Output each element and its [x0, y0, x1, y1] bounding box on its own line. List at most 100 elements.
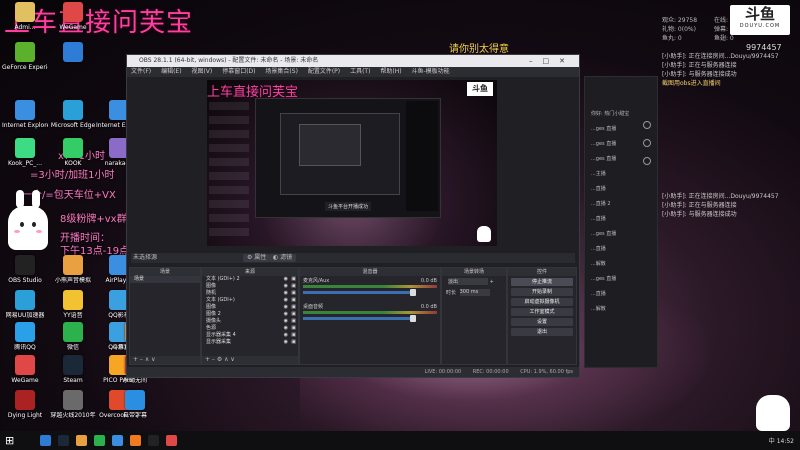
- taskbar-app-icon[interactable]: [40, 435, 51, 446]
- transition-select[interactable]: 淡出: [448, 278, 488, 285]
- desktop-icon[interactable]: KOOK: [50, 138, 96, 167]
- source-item[interactable]: 图像 ◉ ▣: [202, 283, 298, 290]
- companion-chat-item[interactable]: ...解散: [585, 306, 645, 313]
- desktop-icon[interactable]: YY语音: [50, 290, 96, 319]
- source-item[interactable]: 显示器采集 4 ◉ ▣: [202, 332, 298, 339]
- scenes-dock[interactable]: 场景 场景 + – ∧ ∨: [129, 267, 201, 365]
- visibility-eye-icon[interactable]: ◉: [284, 297, 288, 304]
- controls-dock[interactable]: 控件 停止推流 开始录制 启动虚拟摄像机 工作室模式 设置 退出: [507, 267, 577, 365]
- taskbar-app-icon[interactable]: [112, 435, 123, 446]
- companion-chat-item[interactable]: ...直播: [585, 216, 645, 223]
- desktop-icon[interactable]: 小熊声音模拟: [50, 255, 96, 284]
- desktop-icon[interactable]: 自带字幕: [112, 390, 158, 419]
- window-controls[interactable]: –□✕: [529, 55, 575, 67]
- menu-profile[interactable]: 配置文件(P): [308, 68, 340, 75]
- menu-view[interactable]: 视图(V): [191, 68, 212, 75]
- desktop-icon[interactable]: Kook_PC_...: [2, 138, 48, 167]
- mixer-channel-desktop[interactable]: 桌面音频 0.0 dB: [303, 304, 437, 328]
- menu-docks[interactable]: 停靠窗口(D): [222, 68, 255, 75]
- lock-icon[interactable]: ▣: [291, 332, 296, 339]
- bell-icon[interactable]: [643, 121, 651, 129]
- refresh-icon[interactable]: [643, 157, 651, 165]
- desktop-icon[interactable]: Internet Explorer: [2, 100, 48, 129]
- properties-button[interactable]: ⚙ 属性: [243, 254, 271, 262]
- virtual-camera-button[interactable]: 启动虚拟摄像机: [511, 298, 573, 306]
- visibility-eye-icon[interactable]: ◉: [284, 276, 288, 283]
- scene-item[interactable]: 场景: [130, 276, 200, 283]
- taskbar[interactable]: ⊞ 中 14:52: [0, 431, 800, 450]
- companion-chat-item[interactable]: ...ges 直播: [585, 156, 645, 163]
- desktop-icon[interactable]: Microsoft Edge: [50, 100, 96, 129]
- desktop-icon[interactable]: WeGame: [2, 355, 48, 384]
- desktop-icon[interactable]: Dying Light: [2, 390, 48, 419]
- desktop-icon[interactable]: 腾讯QQ: [2, 322, 48, 351]
- visibility-eye-icon[interactable]: ◉: [284, 318, 288, 325]
- source-item[interactable]: 图像 2 ◉ ▣: [202, 311, 298, 318]
- taskbar-app-icon[interactable]: [58, 435, 69, 446]
- obs-window[interactable]: OBS 28.1.1 (64-bit, windows) - 配置文件: 未命名…: [126, 54, 580, 378]
- visibility-eye-icon[interactable]: ◉: [284, 311, 288, 318]
- companion-chat-item[interactable]: ...解散: [585, 261, 645, 268]
- duration-input[interactable]: 300 ms: [459, 289, 490, 296]
- desktop-icon[interactable]: 微信: [50, 322, 96, 351]
- source-item[interactable]: 图像 ◉ ▣: [202, 304, 298, 311]
- system-tray[interactable]: 中 14:52: [769, 436, 794, 445]
- companion-chat-item[interactable]: ...直播: [585, 186, 645, 193]
- companion-chat-item[interactable]: ...ges 直播: [585, 141, 645, 148]
- mic-volume-slider[interactable]: [303, 289, 416, 296]
- mixer-channel-mic[interactable]: 麦克风/Aux 0.0 dB: [303, 278, 437, 302]
- menu-help[interactable]: 帮助(H): [380, 68, 401, 75]
- obs-title-bar[interactable]: OBS 28.1.1 (64-bit, windows) - 配置文件: 未命名…: [127, 55, 579, 67]
- desktop-icon[interactable]: 穿越火线2010年: [50, 390, 96, 419]
- menu-tools[interactable]: 工具(T): [350, 68, 370, 75]
- mixer-dock[interactable]: 混音器 麦克风/Aux 0.0 dB 桌面音频 0.0 dB: [299, 267, 441, 365]
- douyu-companion-window[interactable]: 你好: 热门小甜宝 ...ges 直播 ...ges 直播 ...ges 直播 ...主…: [584, 76, 658, 368]
- studio-mode-button[interactable]: 工作室模式: [511, 308, 573, 316]
- desktop-icon[interactable]: [50, 42, 96, 64]
- visibility-eye-icon[interactable]: ◉: [284, 332, 288, 339]
- companion-chat-item[interactable]: ...ges 直播: [585, 276, 645, 283]
- transitions-dock[interactable]: 场景转场 淡出 + 时长 300 ms: [441, 267, 507, 365]
- windows-start-icon[interactable]: ⊞: [5, 435, 14, 446]
- visibility-eye-icon[interactable]: ◉: [284, 325, 288, 332]
- taskbar-app-icon[interactable]: [148, 435, 159, 446]
- lock-icon[interactable]: ▣: [291, 318, 296, 325]
- source-item[interactable]: 随机 ◉ ▣: [202, 290, 298, 297]
- source-item[interactable]: 摄像头 ◉ ▣: [202, 318, 298, 325]
- lock-icon[interactable]: ▣: [291, 339, 296, 346]
- lock-icon[interactable]: ▣: [291, 283, 296, 290]
- desktop-icon[interactable]: OBS Studio: [2, 255, 48, 284]
- menu-scene-collection[interactable]: 场景集合(S): [265, 68, 298, 75]
- source-item[interactable]: 文本 (GDI+) ◉ ▣: [202, 297, 298, 304]
- source-item[interactable]: 文本 (GDI+) 2 ◉ ▣: [202, 276, 298, 283]
- obs-preview[interactable]: 上车直接问芙宝 斗鱼 斗鱼平台开播成功: [207, 80, 497, 246]
- taskbar-app-icon[interactable]: [76, 435, 87, 446]
- visibility-eye-icon[interactable]: ◉: [284, 283, 288, 290]
- source-item[interactable]: 显示器采集 ◉ ▣: [202, 339, 298, 346]
- desktop-icon[interactable]: Admi...: [2, 2, 48, 31]
- companion-chat-item[interactable]: ...ges 直播: [585, 126, 645, 133]
- lock-icon[interactable]: ▣: [291, 276, 296, 283]
- companion-chat-item[interactable]: ...直播 2: [585, 201, 645, 208]
- desktop-icon[interactable]: Steam: [50, 355, 96, 384]
- menu-edit[interactable]: 编辑(E): [161, 68, 181, 75]
- menu-douyu-template[interactable]: 斗鱼-模板功能: [411, 68, 449, 75]
- companion-chat-item[interactable]: ...直播: [585, 291, 645, 298]
- sources-footer[interactable]: + – ⚙ ∧ ∨: [202, 356, 298, 364]
- sources-dock[interactable]: 来源 文本 (GDI+) 2 ◉ ▣ 图像 ◉ ▣ 随机 ◉ ▣ 文本 (GDI+) ◉ ▣ 图像 ◉ ▣ 图…: [201, 267, 299, 365]
- start-recording-button[interactable]: 开始录制: [511, 288, 573, 296]
- companion-chat-item[interactable]: ...主播: [585, 171, 645, 178]
- obs-menu-bar[interactable]: 文件(F) 编辑(E) 视图(V) 停靠窗口(D) 场景集合(S) 配置文件(P…: [127, 67, 579, 77]
- menu-file[interactable]: 文件(F): [131, 68, 151, 75]
- desktop-icon[interactable]: WeGame: [50, 2, 96, 31]
- lock-icon[interactable]: ▣: [291, 297, 296, 304]
- source-item[interactable]: 色源 ◉ ▣: [202, 325, 298, 332]
- taskbar-app-icon[interactable]: [94, 435, 105, 446]
- stop-stream-button[interactable]: 停止推流: [511, 278, 573, 286]
- exit-button[interactable]: 退出: [511, 328, 573, 336]
- companion-chat-item[interactable]: ...直播: [585, 246, 645, 253]
- companion-chat-item[interactable]: 你好: 热门小甜宝: [585, 111, 645, 118]
- lock-icon[interactable]: ▣: [291, 304, 296, 311]
- visibility-eye-icon[interactable]: ◉: [284, 304, 288, 311]
- settings-button[interactable]: 设置: [511, 318, 573, 326]
